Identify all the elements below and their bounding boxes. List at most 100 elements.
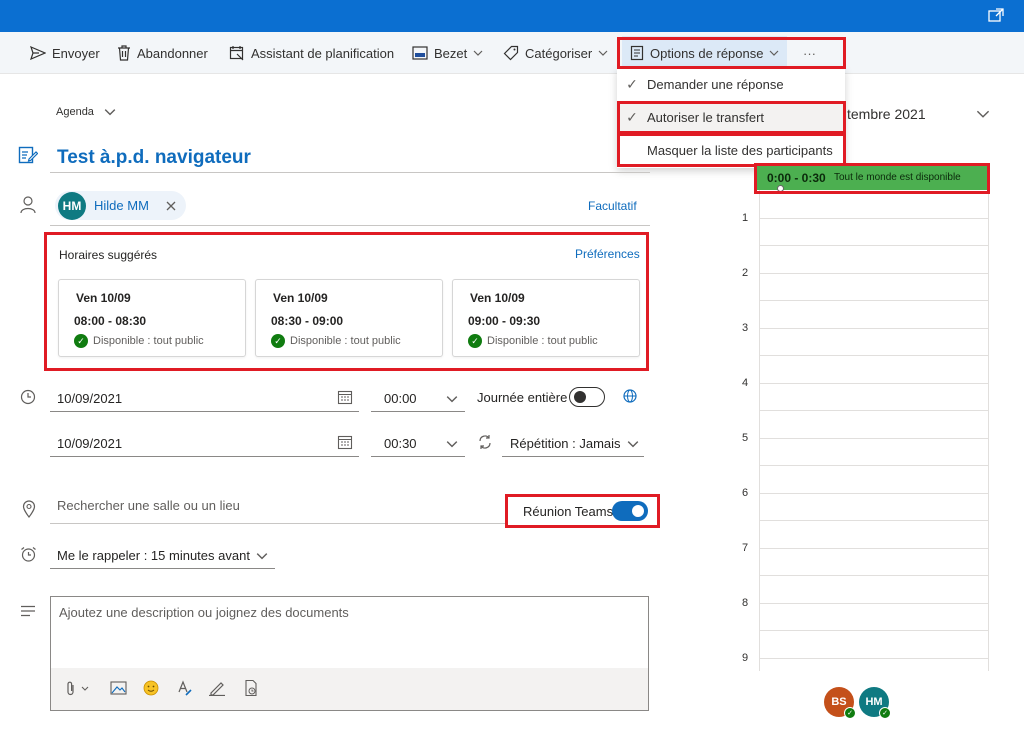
signature-icon[interactable] [208, 680, 226, 696]
chevron-down-icon [598, 50, 608, 56]
optional-attendees-link[interactable]: Facultatif [588, 199, 637, 213]
slot-status-label: Disponible : tout public [93, 335, 204, 347]
chevron-down-icon [627, 440, 638, 447]
reminder-label: Me le rappeler : 15 minutes avant [57, 548, 250, 563]
calendar-select[interactable]: Agenda [56, 106, 116, 118]
teams-meeting-toggle[interactable] [612, 501, 648, 521]
calendar-month-title: tembre 2021 [847, 106, 926, 122]
suggested-times-heading: Horaires suggérés [59, 248, 158, 262]
suggested-slot-card[interactable]: Ven 10/09 08:30 - 09:00 ✓ Disponible : to… [255, 279, 443, 357]
scheduling-assistant-icon [229, 46, 244, 61]
image-icon[interactable] [110, 681, 127, 695]
repeat-select[interactable]: Répétition : Jamais [510, 436, 639, 451]
hour-label: 8 [741, 597, 749, 609]
time-zone-icon[interactable] [622, 388, 638, 404]
reminder-underline [50, 568, 275, 569]
formatting-toolbar [51, 668, 648, 710]
chevron-down-icon[interactable] [446, 438, 458, 450]
teams-meeting-label: Réunion Teams [523, 504, 614, 519]
suggested-slot-card[interactable]: Ven 10/09 08:00 - 08:30 ✓ Disponible : to… [58, 279, 246, 357]
person-icon [20, 196, 36, 214]
hour-label: 5 [741, 432, 749, 444]
location-underline [50, 523, 505, 524]
end-date-underline [50, 456, 359, 457]
slot-status: ✓ Disponible : tout public [271, 334, 401, 348]
suggested-slot-card[interactable]: Ven 10/09 09:00 - 09:30 ✓ Disponible : to… [452, 279, 640, 357]
checkmark-icon: ✓ [626, 76, 638, 92]
chevron-down-icon [256, 552, 268, 559]
slot-status-label: Disponible : tout public [487, 335, 598, 347]
description-icon [21, 605, 35, 617]
avatar: HM [58, 192, 86, 220]
start-time-select[interactable]: 00:00 [384, 391, 417, 406]
description-input[interactable]: Ajoutez une description ou joignez des d… [59, 605, 349, 620]
chevron-down-icon[interactable] [446, 393, 458, 405]
slot-time: 08:00 - 08:30 [74, 314, 147, 328]
trash-icon [118, 45, 130, 61]
attendee-name: Hilde MM [94, 198, 149, 213]
categorize-label: Catégoriser [525, 45, 593, 61]
discard-label: Abandonner [137, 45, 208, 61]
format-text-icon[interactable] [177, 680, 193, 697]
alarm-clock-icon [21, 547, 36, 562]
busy-status-icon [412, 46, 428, 60]
menu-item-request-response-label: Demander une réponse [647, 77, 784, 92]
location-pin-icon [22, 500, 36, 518]
location-input[interactable]: Rechercher une salle ou un lieu [57, 498, 240, 513]
highlight-meeting-slot [754, 163, 990, 194]
emoji-icon[interactable] [143, 680, 159, 696]
popout-icon[interactable] [988, 8, 1004, 22]
show-as-label: Bezet [434, 45, 468, 61]
send-icon [30, 46, 46, 60]
slot-day: Ven 10/09 [470, 291, 525, 305]
available-check-icon: ✓ [74, 334, 88, 348]
categorize-dropdown[interactable]: Catégoriser [503, 32, 608, 74]
tag-icon [503, 45, 519, 61]
hour-label: 2 [741, 267, 749, 279]
preferences-link[interactable]: Préférences [575, 247, 640, 261]
highlight-hide-attendees [617, 133, 846, 167]
end-time-select[interactable]: 00:30 [384, 436, 417, 451]
slot-time: 09:00 - 09:30 [468, 314, 541, 328]
event-title-input[interactable]: Test à.p.d. navigateur [57, 147, 251, 169]
scheduling-assistant-button[interactable]: Assistant de planification [229, 32, 394, 74]
calendar-left-border [759, 165, 760, 671]
clock-icon [20, 389, 36, 405]
accepted-check-icon: ✓ [879, 707, 891, 719]
hour-label: 7 [741, 542, 749, 554]
repeat-label: Répétition : Jamais [510, 436, 621, 451]
edit-title-icon [18, 146, 38, 164]
slot-status: ✓ Disponible : tout public [74, 334, 204, 348]
calendar-picker-icon[interactable] [337, 434, 353, 450]
slot-day: Ven 10/09 [273, 291, 328, 305]
hour-label: 9 [741, 652, 749, 664]
highlight-allow-forwarding [617, 101, 846, 134]
all-day-toggle[interactable] [569, 387, 605, 407]
calendar-right-border [988, 165, 989, 671]
available-check-icon: ✓ [468, 334, 482, 348]
remove-attendee-icon[interactable] [166, 201, 176, 211]
attach-icon[interactable] [67, 681, 93, 697]
reminder-select[interactable]: Me le rappeler : 15 minutes avant [57, 548, 268, 563]
start-date-underline [50, 411, 359, 412]
start-date-input[interactable]: 10/09/2021 [57, 391, 122, 406]
hour-label: 1 [741, 212, 749, 224]
send-label: Envoyer [52, 45, 100, 61]
calendar-picker-icon[interactable] [337, 389, 353, 405]
window-title-bar [0, 0, 1024, 32]
slot-status-label: Disponible : tout public [290, 335, 401, 347]
repeat-underline [502, 456, 644, 457]
slot-day: Ven 10/09 [76, 291, 131, 305]
discard-button[interactable]: Abandonner [117, 32, 208, 74]
all-day-label: Journée entière [477, 390, 568, 405]
end-date-input[interactable]: 10/09/2021 [57, 436, 122, 451]
chevron-down-icon[interactable] [976, 107, 990, 121]
attendee-chip[interactable]: HM Hilde MM [55, 191, 186, 220]
description-editor[interactable]: Ajoutez une description ou joignez des d… [50, 596, 649, 711]
slot-status: ✓ Disponible : tout public [468, 334, 598, 348]
insert-loop-icon[interactable] [243, 679, 259, 697]
show-as-dropdown[interactable]: Bezet [412, 32, 483, 74]
send-button[interactable]: Envoyer [30, 32, 100, 74]
accepted-check-icon: ✓ [844, 707, 856, 719]
menu-item-request-response[interactable]: ✓ Demander une réponse [617, 68, 845, 101]
